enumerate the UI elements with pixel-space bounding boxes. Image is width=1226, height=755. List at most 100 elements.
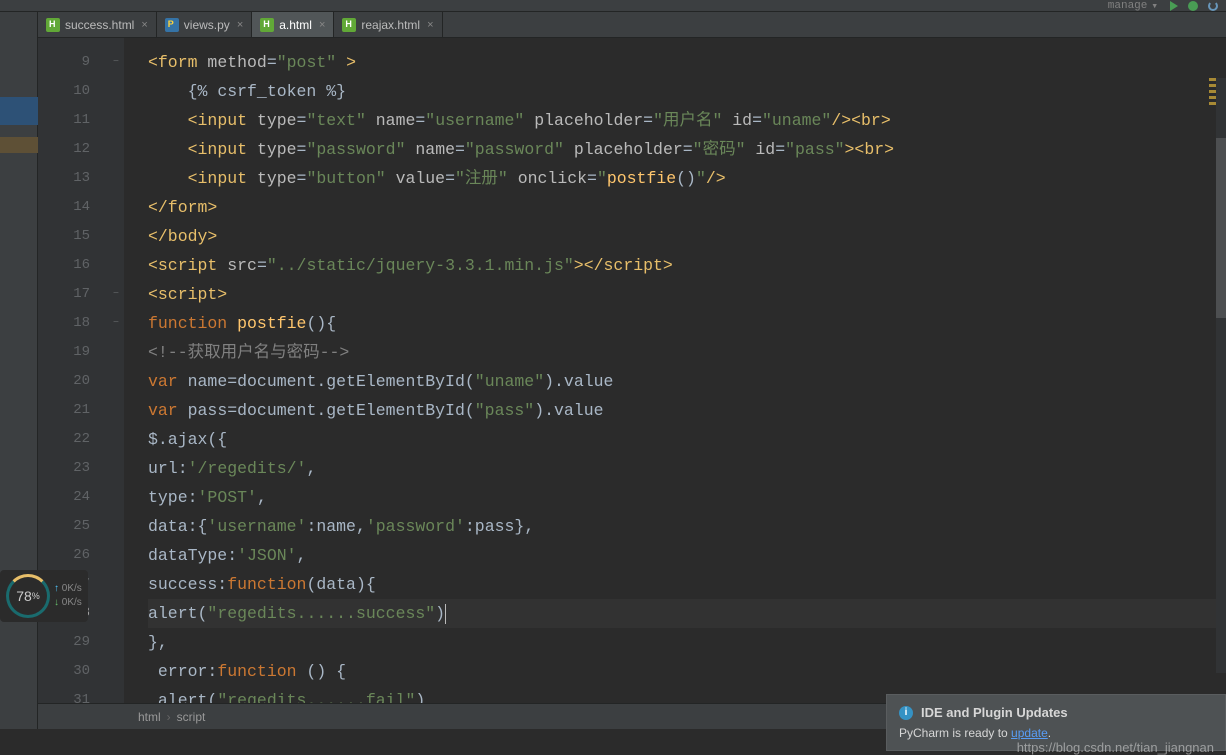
close-icon[interactable]: × <box>141 19 147 31</box>
code-line[interactable]: data:{'username':name,'password':pass}, <box>148 512 1226 541</box>
close-icon[interactable]: × <box>319 19 325 31</box>
fold-gutter[interactable]: −−− <box>108 38 124 703</box>
run-config-dropdown[interactable]: manage▾ <box>1108 0 1158 13</box>
debug-icon[interactable] <box>1188 1 1198 11</box>
line-number[interactable]: 19 <box>38 338 90 367</box>
code-line[interactable]: <script src="../static/jquery-3.3.1.min.… <box>148 251 1226 280</box>
editor-tab[interactable]: views.py× <box>157 12 252 37</box>
code-line[interactable]: <input type="button" value="注册" onclick=… <box>148 164 1226 193</box>
code-line[interactable]: </body> <box>148 222 1226 251</box>
fold-toggle[interactable] <box>108 599 124 628</box>
top-toolbar: manage▾ <box>0 0 1226 12</box>
py-file-icon <box>165 18 179 32</box>
fold-toggle[interactable] <box>108 367 124 396</box>
line-number[interactable]: 23 <box>38 454 90 483</box>
code-line[interactable]: alert("regedits......success") <box>148 599 1226 628</box>
code-line[interactable]: <script> <box>148 280 1226 309</box>
fold-toggle[interactable] <box>108 628 124 657</box>
line-number[interactable]: 18 <box>38 309 90 338</box>
tool-window-selection <box>0 97 38 125</box>
fold-toggle[interactable] <box>108 512 124 541</box>
scrollbar-vertical[interactable] <box>1216 78 1226 673</box>
code-editor[interactable]: 9101112131415161718192021222324252627282… <box>38 38 1226 703</box>
fold-toggle[interactable] <box>108 106 124 135</box>
line-number[interactable]: 10 <box>38 77 90 106</box>
fold-toggle[interactable]: − <box>108 48 124 77</box>
line-number[interactable]: 26 <box>38 541 90 570</box>
line-number[interactable]: 11 <box>38 106 90 135</box>
editor-tab[interactable]: a.html × <box>252 12 334 37</box>
code-line[interactable]: </form> <box>148 193 1226 222</box>
fold-toggle[interactable] <box>108 541 124 570</box>
fold-toggle[interactable]: − <box>108 309 124 338</box>
text-cursor <box>445 604 446 624</box>
code-line[interactable]: <form method="post" > <box>148 48 1226 77</box>
code-line[interactable]: var name=document.getElementById("uname"… <box>148 367 1226 396</box>
line-number[interactable]: 9 <box>38 48 90 77</box>
fold-toggle[interactable] <box>108 483 124 512</box>
notification-title: IDE and Plugin Updates <box>921 705 1068 720</box>
breadcrumb-item[interactable]: html <box>138 710 161 724</box>
editor-tab[interactable]: success.html× <box>38 12 157 37</box>
code-line[interactable]: error:function () { <box>148 657 1226 686</box>
fold-toggle[interactable] <box>108 338 124 367</box>
line-number[interactable]: 14 <box>38 193 90 222</box>
chevron-right-icon: › <box>167 710 171 724</box>
code-line[interactable]: dataType:'JSON', <box>148 541 1226 570</box>
line-number[interactable]: 25 <box>38 512 90 541</box>
code-line[interactable]: var pass=document.getElementById("pass")… <box>148 396 1226 425</box>
code-line[interactable]: function postfie(){ <box>148 309 1226 338</box>
fold-toggle[interactable] <box>108 657 124 686</box>
line-number[interactable]: 30 <box>38 657 90 686</box>
fold-toggle[interactable] <box>108 686 124 703</box>
network-speed-widget: 78% ↑ 0K/s ↓ 0K/s <box>0 570 88 622</box>
update-link[interactable]: update <box>1011 726 1048 740</box>
line-number[interactable]: 31 <box>38 686 90 703</box>
code-area[interactable]: <form method="post" > {% csrf_token %} <… <box>124 38 1226 703</box>
line-number[interactable]: 13 <box>38 164 90 193</box>
line-number[interactable]: 29 <box>38 628 90 657</box>
ide-update-notification[interactable]: i IDE and Plugin Updates PyCharm is read… <box>886 694 1226 751</box>
editor-tab[interactable]: reajax.html× <box>334 12 442 37</box>
code-line[interactable]: {% csrf_token %} <box>148 77 1226 106</box>
fold-toggle[interactable] <box>108 222 124 251</box>
code-line[interactable]: <!--获取用户名与密码--> <box>148 338 1226 367</box>
fold-toggle[interactable] <box>108 425 124 454</box>
line-number[interactable]: 24 <box>38 483 90 512</box>
line-number[interactable]: 21 <box>38 396 90 425</box>
code-line[interactable]: success:function(data){ <box>148 570 1226 599</box>
code-line[interactable]: }, <box>148 628 1226 657</box>
line-number[interactable]: 17 <box>38 280 90 309</box>
fold-toggle[interactable] <box>108 454 124 483</box>
close-icon[interactable]: × <box>237 19 243 31</box>
fold-toggle[interactable] <box>108 396 124 425</box>
close-icon[interactable]: × <box>427 19 433 31</box>
run-icon[interactable] <box>1170 1 1178 11</box>
tab-label: a.html <box>279 18 312 32</box>
code-line[interactable]: type:'POST', <box>148 483 1226 512</box>
fold-toggle[interactable]: − <box>108 280 124 309</box>
breadcrumb-item[interactable]: script <box>177 710 206 724</box>
line-number[interactable]: 16 <box>38 251 90 280</box>
rerun-icon[interactable] <box>1208 1 1218 11</box>
fold-toggle[interactable] <box>108 135 124 164</box>
fold-toggle[interactable] <box>108 77 124 106</box>
html-file-icon <box>260 18 274 32</box>
line-number[interactable]: 22 <box>38 425 90 454</box>
code-line[interactable]: $.ajax({ <box>148 425 1226 454</box>
code-line[interactable]: <input type="password" name="password" p… <box>148 135 1226 164</box>
scrollbar-thumb[interactable] <box>1216 138 1226 318</box>
fold-toggle[interactable] <box>108 570 124 599</box>
code-line[interactable]: <input type="text" name="username" place… <box>148 106 1226 135</box>
inspection-stripe[interactable] <box>1209 78 1216 108</box>
line-number[interactable]: 20 <box>38 367 90 396</box>
tool-window-mark <box>0 137 38 153</box>
notification-body: PyCharm is ready to update. <box>899 726 1213 740</box>
fold-toggle[interactable] <box>108 251 124 280</box>
fold-toggle[interactable] <box>108 193 124 222</box>
download-icon: ↓ <box>54 597 59 608</box>
fold-toggle[interactable] <box>108 164 124 193</box>
line-number[interactable]: 12 <box>38 135 90 164</box>
code-line[interactable]: url:'/regedits/', <box>148 454 1226 483</box>
line-number[interactable]: 15 <box>38 222 90 251</box>
